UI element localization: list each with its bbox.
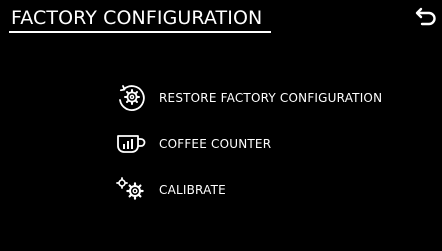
menu-item-coffee-counter[interactable]: COFFEE COUNTER — [114, 126, 434, 172]
title-underline — [9, 31, 271, 33]
menu-item-restore-factory-configuration[interactable]: RESTORE FACTORY CONFIGURATION — [114, 80, 434, 126]
menu-item-label: RESTORE FACTORY CONFIGURATION — [159, 91, 383, 105]
page-title: FACTORY CONFIGURATION — [11, 7, 263, 29]
factory-config-menu: RESTORE FACTORY CONFIGURATION COFFEE COU… — [114, 80, 434, 218]
restore-gear-icon — [114, 82, 150, 112]
menu-item-label: COFFEE COUNTER — [159, 137, 272, 151]
gears-icon — [114, 174, 150, 204]
menu-item-label: CALIBRATE — [159, 183, 226, 197]
back-button[interactable] — [410, 2, 440, 32]
header-bar: FACTORY CONFIGURATION — [0, 0, 442, 40]
coffee-cup-counter-icon — [114, 128, 150, 158]
return-arrow-icon — [415, 7, 436, 26]
menu-item-calibrate[interactable]: CALIBRATE — [114, 172, 434, 218]
